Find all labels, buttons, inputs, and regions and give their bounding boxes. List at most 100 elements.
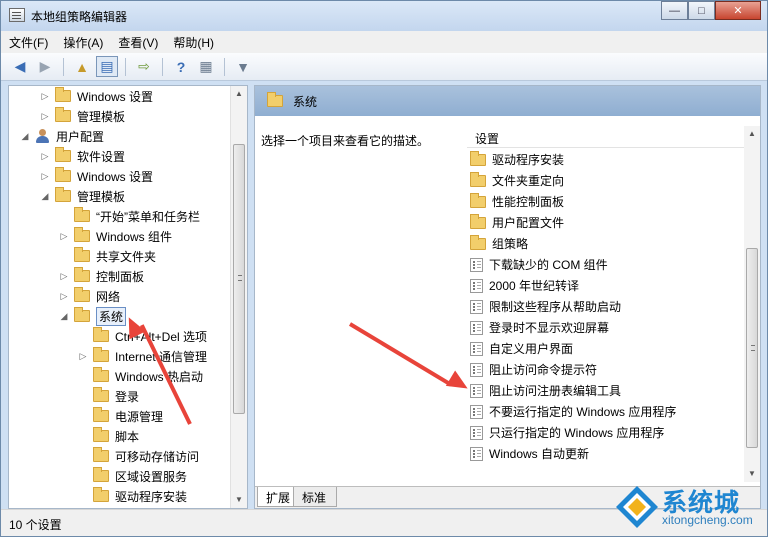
tree-item-user-config[interactable]: ◢ 用户配置 [19, 126, 104, 146]
filter-icon[interactable]: ▼ [232, 56, 254, 77]
folder-icon [93, 367, 109, 382]
folder-icon [74, 227, 90, 242]
scroll-up-arrow-icon[interactable]: ▲ [231, 86, 247, 102]
settings-column-header[interactable]: 设置 [467, 126, 745, 148]
settings-scrollbar[interactable]: ▲ ▼ [744, 126, 760, 482]
tree-item-scripts[interactable]: 脚本 [77, 426, 139, 446]
scroll-thumb[interactable] [746, 248, 758, 448]
tab-standard[interactable]: 标准 [293, 487, 338, 507]
tree-item-system[interactable]: ◢ 系统 [58, 306, 127, 326]
setting-row[interactable]: 下载缺少的 COM 组件 [470, 254, 608, 275]
up-folder-icon[interactable]: ▲ [71, 56, 93, 77]
tree-item-power-management[interactable]: 电源管理 [77, 406, 163, 426]
close-button[interactable]: ✕ [715, 1, 761, 20]
tree-item-windows-hotstart[interactable]: Windows 热启动 [77, 366, 203, 386]
setting-label: 限制这些程序从帮助启动 [489, 300, 622, 314]
collapsed-expander-icon[interactable]: ▷ [39, 151, 51, 162]
forward-icon[interactable]: ▶ [34, 56, 56, 77]
collapsed-expander-icon[interactable]: ▷ [58, 291, 70, 302]
tree-scrollbar[interactable]: ▲ ▼ [230, 86, 247, 508]
watermark-logo: 系统城 xitongcheng.com [612, 480, 766, 536]
collapsed-expander-icon[interactable]: ▷ [39, 111, 51, 122]
tree-pane[interactable]: ▷ Windows 设置 ▷ 管理模板 ◢ 用户配置 ▷ 软件设置 ▷ Wind… [8, 85, 248, 509]
gpedit-app-icon [9, 8, 25, 22]
windows-logo-icon [616, 486, 658, 528]
menu-help[interactable]: 帮助(H) [173, 34, 214, 51]
setting-label: 2000 年世纪转译 [489, 279, 580, 293]
collapsed-expander-icon[interactable]: ▷ [58, 231, 70, 242]
scroll-thumb[interactable] [233, 144, 245, 414]
tree-item-user-admin-templates[interactable]: ◢ 管理模板 [39, 186, 125, 206]
folder-icon [93, 487, 109, 502]
setting-label: 阻止访问命令提示符 [489, 363, 598, 377]
collapsed-expander-icon[interactable]: ▷ [58, 271, 70, 282]
show-tree-icon[interactable]: ▤ [96, 56, 118, 77]
folder-icon [93, 327, 109, 342]
setting-row[interactable]: 驱动程序安装 [470, 149, 564, 170]
menu-action[interactable]: 操作(A) [63, 34, 103, 51]
tree-item-software-settings[interactable]: ▷ 软件设置 [39, 146, 125, 166]
details-title: 系统 [293, 94, 318, 109]
setting-row[interactable]: 自定义用户界面 [470, 338, 573, 359]
setting-row[interactable]: 性能控制面板 [470, 191, 564, 212]
setting-row-registry-tools[interactable]: 阻止访问注册表编辑工具 [470, 380, 621, 401]
scroll-up-arrow-icon[interactable]: ▲ [744, 126, 760, 142]
menu-file[interactable]: 文件(F) [9, 34, 48, 51]
setting-label: 下载缺少的 COM 组件 [489, 258, 608, 272]
details-header: 系统 [255, 86, 760, 116]
tree-item-internet-comm[interactable]: ▷ Internet 通信管理 [77, 346, 207, 366]
setting-row[interactable]: 登录时不显示欢迎屏幕 [470, 317, 609, 338]
collapsed-expander-icon[interactable]: ▷ [77, 351, 89, 362]
back-icon[interactable]: ◀ [9, 56, 31, 77]
menu-view[interactable]: 查看(V) [118, 34, 158, 51]
export-icon[interactable]: ⇨ [133, 56, 155, 77]
setting-row[interactable]: 限制这些程序从帮助启动 [470, 296, 621, 317]
setting-row[interactable]: 阻止访问命令提示符 [470, 359, 597, 380]
tree-item-windows-components[interactable]: ▷ Windows 组件 [58, 226, 172, 246]
tree-item-removable-storage[interactable]: 可移动存储访问 [77, 446, 199, 466]
tree-item-admin-templates[interactable]: ▷ 管理模板 [39, 106, 125, 126]
folder-icon [55, 147, 71, 162]
tree-item-driver-installation[interactable]: 驱动程序安装 [77, 486, 187, 506]
folder-icon [74, 247, 90, 262]
tree-item-start-menu-taskbar[interactable]: “开始”菜单和任务栏 [58, 206, 200, 226]
folder-icon [93, 407, 109, 422]
help-icon[interactable]: ? [170, 56, 192, 77]
setting-label: 自定义用户界面 [489, 342, 574, 356]
setting-row[interactable]: 不要运行指定的 Windows 应用程序 [470, 401, 676, 422]
title-bar[interactable]: 本地组策略编辑器 — □ ✕ [1, 1, 767, 31]
tree-item-shared-folders[interactable]: 共享文件夹 [58, 246, 156, 266]
setting-label: 驱动程序安装 [492, 153, 565, 167]
setting-label: 登录时不显示欢迎屏幕 [489, 321, 610, 335]
tree-item-label: Windows 热启动 [115, 369, 204, 384]
setting-row[interactable]: 只运行指定的 Windows 应用程序 [470, 422, 664, 443]
column-header-label: 设置 [475, 132, 500, 146]
collapsed-expander-icon[interactable]: ▷ [39, 91, 51, 102]
setting-row[interactable]: 文件夹重定向 [470, 170, 564, 191]
tree-item-logon[interactable]: 登录 [77, 386, 139, 406]
properties-icon[interactable]: ▦ [195, 56, 217, 77]
maximize-button[interactable]: □ [688, 1, 715, 20]
collapsed-expander-icon[interactable]: ▷ [39, 171, 51, 182]
tree-item-control-panel[interactable]: ▷ 控制面板 [58, 266, 144, 286]
folder-icon [74, 267, 90, 282]
tree-item-locale-services[interactable]: 区域设置服务 [77, 466, 187, 486]
folder-icon [93, 447, 109, 462]
tree-item-label: 管理模板 [77, 109, 126, 124]
expanded-expander-icon[interactable]: ◢ [39, 191, 51, 202]
minimize-button[interactable]: — [661, 1, 688, 20]
setting-row[interactable]: Windows 自动更新 [470, 443, 589, 464]
setting-row[interactable]: 组策略 [470, 233, 528, 254]
setting-row[interactable]: 2000 年世纪转译 [470, 275, 579, 296]
scroll-down-arrow-icon[interactable]: ▼ [231, 492, 247, 508]
tree-item-network[interactable]: ▷ 网络 [58, 286, 120, 306]
tree-item-user-windows-settings[interactable]: ▷ Windows 设置 [39, 166, 153, 186]
setting-row[interactable]: 用户配置文件 [470, 212, 564, 233]
expanded-expander-icon[interactable]: ◢ [19, 131, 31, 142]
policy-setting-icon [470, 278, 483, 293]
folder-icon [93, 427, 109, 442]
policy-setting-icon [470, 341, 483, 356]
window-controls: — □ ✕ [661, 1, 761, 20]
tree-item-windows-settings[interactable]: ▷ Windows 设置 [39, 86, 153, 106]
expanded-expander-icon[interactable]: ◢ [58, 311, 70, 322]
